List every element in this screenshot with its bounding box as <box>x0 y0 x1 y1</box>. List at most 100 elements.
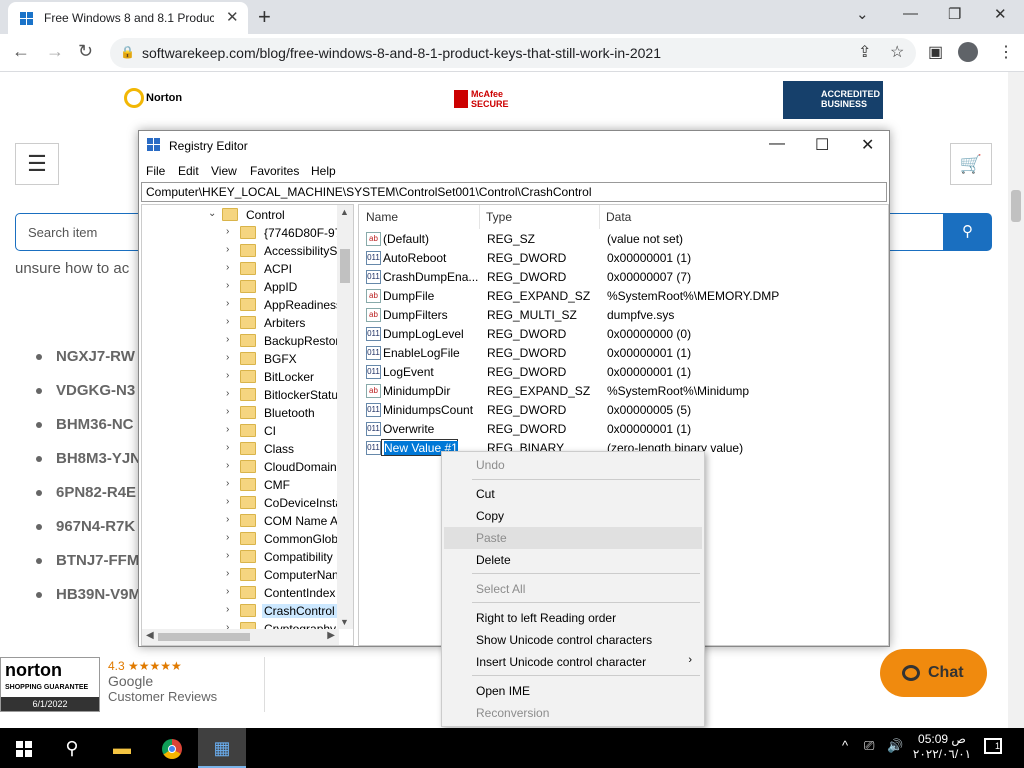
value-row[interactable]: ab (Default) REG_SZ (value not set) <box>359 230 888 249</box>
value-type: REG_DWORD <box>487 346 567 360</box>
value-row[interactable]: ab DumpFile REG_EXPAND_SZ %SystemRoot%\MEMO… <box>359 287 888 306</box>
registry-path-bar[interactable]: Computer\HKEY_LOCAL_MACHINE\SYSTEM\Contr… <box>141 182 887 202</box>
side-panel-icon[interactable]: ▣ <box>928 42 943 62</box>
share-icon[interactable]: ⇪ <box>858 42 871 62</box>
cart-icon[interactable]: 🛒 <box>950 143 992 185</box>
chevron-down-icon[interactable]: ⌄ <box>856 5 869 23</box>
chevron-right-icon[interactable]: › <box>226 568 229 579</box>
chevron-right-icon[interactable]: › <box>226 532 229 543</box>
menu-item-select-all[interactable]: Select All <box>444 578 702 600</box>
chevron-right-icon[interactable]: › <box>226 262 229 273</box>
chevron-right-icon[interactable]: › <box>226 280 229 291</box>
tree-horizontal-scrollbar[interactable]: ◀ ▶ <box>142 629 339 645</box>
value-row[interactable]: 011 EnableLogFile REG_DWORD 0x00000001 (1) <box>359 344 888 363</box>
reload-icon[interactable]: ↻ <box>78 41 93 62</box>
chevron-right-icon[interactable]: › <box>226 352 229 363</box>
minimize-icon[interactable]: — <box>903 5 918 22</box>
norton-guarantee-badge[interactable]: norton SHOPPING GUARANTEE 6/1/2022 <box>0 657 100 712</box>
chevron-right-icon[interactable]: › <box>226 550 229 561</box>
registry-editor-taskbar-icon[interactable]: ▦ <box>198 728 246 768</box>
menu-item-insert-unicode-char[interactable]: Insert Unicode control character › <box>444 651 702 673</box>
value-row[interactable]: 011 CrashDumpEna... REG_DWORD 0x00000007 (7… <box>359 268 888 287</box>
chat-button[interactable]: Chat <box>880 649 987 697</box>
chevron-right-icon[interactable]: › <box>226 316 229 327</box>
clock[interactable]: 05:09 ص ٢٠٢٢/٠٦/٠١ <box>912 732 972 762</box>
column-header-name[interactable]: Name <box>366 210 398 224</box>
close-icon[interactable]: ✕ <box>861 135 874 155</box>
regedit-title-bar[interactable]: Registry Editor — ☐ ✕ <box>139 131 889 161</box>
google-reviews-badge[interactable]: 4.3 ★★★★★ Google Customer Reviews <box>100 657 265 712</box>
close-tab-icon[interactable]: ✕ <box>226 8 239 26</box>
chevron-right-icon[interactable]: › <box>226 604 229 615</box>
star-icon[interactable]: ☆ <box>890 42 904 62</box>
chevron-right-icon[interactable]: › <box>226 226 229 237</box>
address-bar[interactable]: 🔒 softwarekeep.com/blog/free-windows-8-a… <box>110 38 916 68</box>
chevron-right-icon[interactable]: › <box>226 478 229 489</box>
menu-favorites[interactable]: Favorites <box>250 164 299 178</box>
chevron-right-icon[interactable]: › <box>226 442 229 453</box>
menu-view[interactable]: View <box>211 164 237 178</box>
value-row[interactable]: ab MinidumpDir REG_EXPAND_SZ %SystemRoot%\M… <box>359 382 888 401</box>
forward-arrow-icon[interactable]: → <box>46 41 64 62</box>
menu-item-cut[interactable]: Cut <box>444 483 702 505</box>
page-scrollbar[interactable] <box>1008 72 1024 728</box>
menu-edit[interactable]: Edit <box>178 164 199 178</box>
start-button[interactable] <box>0 728 48 768</box>
value-row[interactable]: 011 AutoReboot REG_DWORD 0x00000001 (1) <box>359 249 888 268</box>
column-header-data[interactable]: Data <box>606 210 631 224</box>
menu-item-open-ime[interactable]: Open IME <box>444 680 702 702</box>
hamburger-menu-icon[interactable]: ☰ <box>15 143 59 185</box>
scroll-up-arrow-icon[interactable]: ▲ <box>340 207 349 217</box>
value-row[interactable]: 011 Overwrite REG_DWORD 0x00000001 (1) <box>359 420 888 439</box>
profile-avatar[interactable] <box>958 42 978 62</box>
column-header-type[interactable]: Type <box>486 210 512 224</box>
folder-icon <box>240 280 256 293</box>
chevron-right-icon[interactable]: › <box>226 298 229 309</box>
file-explorer-icon[interactable]: ▬ <box>98 728 146 768</box>
back-arrow-icon[interactable]: ← <box>12 41 30 62</box>
scroll-down-arrow-icon[interactable]: ▼ <box>340 617 349 627</box>
menu-item-rtl-reading-order[interactable]: Right to left Reading order <box>444 607 702 629</box>
restore-icon[interactable]: ❐ <box>948 5 961 23</box>
chevron-down-icon[interactable]: ⌄ <box>208 208 216 219</box>
chevron-up-icon[interactable]: ^ <box>842 738 848 753</box>
menu-help[interactable]: Help <box>311 164 336 178</box>
folder-icon <box>240 298 256 311</box>
value-row[interactable]: 011 LogEvent REG_DWORD 0x00000001 (1) <box>359 363 888 382</box>
chevron-right-icon[interactable]: › <box>226 424 229 435</box>
network-icon[interactable]: ⎚ <box>864 738 874 754</box>
chevron-right-icon[interactable]: › <box>226 496 229 507</box>
menu-file[interactable]: File <box>146 164 165 178</box>
menu-item-reconversion[interactable]: Reconversion <box>444 702 702 724</box>
menu-item-copy[interactable]: Copy <box>444 505 702 527</box>
scroll-right-arrow-icon[interactable]: ▶ <box>327 630 335 641</box>
close-window-icon[interactable]: ✕ <box>994 5 1007 23</box>
chevron-right-icon[interactable]: › <box>226 388 229 399</box>
volume-icon[interactable]: 🔊 <box>887 738 903 754</box>
chevron-right-icon[interactable]: › <box>226 406 229 417</box>
value-row[interactable]: 011 DumpLogLevel REG_DWORD 0x00000000 (0) <box>359 325 888 344</box>
minimize-icon[interactable]: — <box>769 135 785 153</box>
new-tab-icon[interactable]: + <box>258 4 271 30</box>
chevron-right-icon[interactable]: › <box>226 244 229 255</box>
chevron-right-icon[interactable]: › <box>226 586 229 597</box>
chevron-right-icon[interactable]: › <box>226 370 229 381</box>
menu-item-delete[interactable]: Delete <box>444 549 702 571</box>
tree-vertical-scrollbar[interactable]: ▲ ▼ <box>337 205 353 629</box>
value-row[interactable]: 011 MinidumpsCount REG_DWORD 0x00000005 (5) <box>359 401 888 420</box>
value-row[interactable]: ab DumpFilters REG_MULTI_SZ dumpfve.sys <box>359 306 888 325</box>
menu-item-paste[interactable]: Paste <box>444 527 702 549</box>
chrome-icon[interactable] <box>148 728 196 768</box>
search-icon[interactable]: ⚲ <box>48 728 96 768</box>
search-icon[interactable]: ⚲ <box>943 213 992 251</box>
chevron-right-icon[interactable]: › <box>226 460 229 471</box>
chevron-right-icon[interactable]: › <box>226 334 229 345</box>
scroll-left-arrow-icon[interactable]: ◀ <box>146 630 154 641</box>
maximize-icon[interactable]: ☐ <box>815 135 829 155</box>
more-options-icon[interactable]: ⋮ <box>998 42 1014 62</box>
menu-item-undo[interactable]: Undo <box>444 454 702 476</box>
browser-tab[interactable]: Free Windows 8 and 8.1 Product ✕ <box>8 2 248 34</box>
chevron-right-icon[interactable]: › <box>226 514 229 525</box>
notification-icon[interactable]: 1 <box>984 738 1002 754</box>
menu-item-show-unicode-chars[interactable]: Show Unicode control characters <box>444 629 702 651</box>
